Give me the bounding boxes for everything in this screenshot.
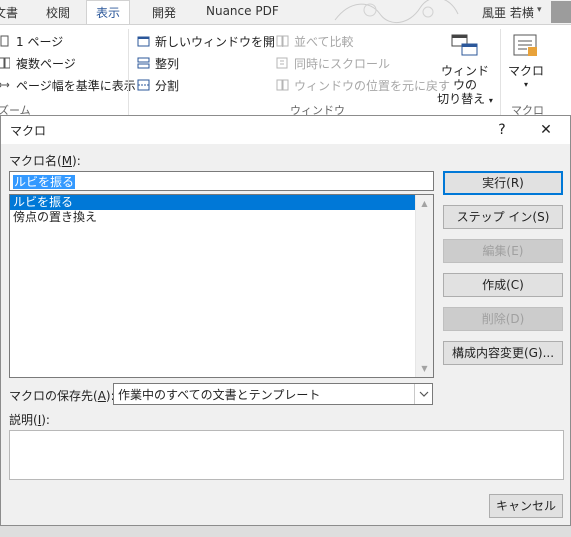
description-field[interactable] bbox=[9, 430, 564, 480]
chevron-down-icon[interactable] bbox=[414, 384, 432, 404]
new-window-icon bbox=[137, 35, 151, 47]
arrange-all-button[interactable]: 整列 bbox=[137, 54, 179, 72]
multiple-pages-button[interactable]: 複数ページ bbox=[0, 54, 76, 72]
macros-in-select[interactable]: 作業中のすべての文書とテンプレート bbox=[113, 383, 433, 405]
macros-in-value: 作業中のすべての文書とテンプレート bbox=[118, 388, 321, 402]
macros-button[interactable]: マクロ ▾ bbox=[506, 33, 546, 92]
new-window-button[interactable]: 新しいウィンドウを開く bbox=[137, 32, 287, 50]
page-width-icon bbox=[0, 79, 12, 91]
split-icon bbox=[137, 79, 151, 91]
sync-scroll-icon bbox=[276, 57, 290, 69]
organizer-button[interactable]: 構成内容変更(G)... bbox=[443, 341, 563, 365]
macro-name-input[interactable]: ルビを振る bbox=[9, 171, 434, 191]
macros-chevron-down-icon: ▾ bbox=[523, 80, 528, 89]
arrange-icon bbox=[137, 57, 151, 69]
macro-list[interactable]: ルビを振る 傍点の置き換え ▲ ▼ bbox=[9, 194, 434, 378]
tab-review[interactable]: 校閲 bbox=[46, 4, 70, 21]
dialog-title: マクロ bbox=[10, 124, 47, 138]
macro-icon bbox=[513, 34, 537, 56]
tab-developer[interactable]: 開発 bbox=[152, 4, 176, 21]
tab-nuance-pdf[interactable]: Nuance PDF bbox=[206, 4, 279, 18]
pages-icon bbox=[0, 57, 12, 69]
macro-list-scrollbar[interactable]: ▲ ▼ bbox=[415, 195, 433, 377]
page-width-label: ページ幅を基準に表示 bbox=[16, 78, 136, 93]
synchronous-scrolling-label: 同時にスクロール bbox=[294, 56, 391, 71]
arrange-all-label: 整列 bbox=[155, 56, 180, 71]
tab-view[interactable]: 表示 bbox=[86, 0, 131, 24]
avatar[interactable] bbox=[551, 1, 571, 23]
macros-button-label: マクロ bbox=[507, 64, 544, 78]
create-button[interactable]: 作成(C) bbox=[443, 273, 563, 297]
view-side-by-side-label: 並べて比較 bbox=[294, 34, 354, 49]
close-button[interactable]: ✕ bbox=[531, 118, 561, 142]
edit-button[interactable]: 編集(E) bbox=[443, 239, 563, 263]
view-side-by-side-button[interactable]: 並べて比較 bbox=[276, 32, 354, 50]
background-swirl-decoration bbox=[334, 0, 459, 23]
one-page-button[interactable]: 1 ページ bbox=[0, 32, 63, 50]
split-label: 分割 bbox=[155, 78, 180, 93]
user-menu-chevron-down-icon[interactable]: ▾ bbox=[537, 5, 542, 15]
side-by-side-icon bbox=[276, 35, 290, 47]
scroll-down-icon[interactable]: ▼ bbox=[416, 360, 433, 377]
multiple-pages-label: 複数ページ bbox=[16, 56, 76, 71]
cancel-button[interactable]: キャンセル bbox=[489, 494, 563, 518]
page-width-button[interactable]: ページ幅を基準に表示 bbox=[0, 76, 136, 94]
delete-button[interactable]: 削除(D) bbox=[443, 307, 563, 331]
reset-window-position-button[interactable]: ウィンドウの位置を元に戻す bbox=[276, 76, 450, 94]
switch-windows-label-2: 切り替え bbox=[437, 92, 486, 106]
new-window-label: 新しいウィンドウを開く bbox=[155, 34, 288, 49]
split-button[interactable]: 分割 bbox=[137, 76, 179, 94]
page-icon bbox=[0, 35, 12, 47]
macro-dialog: マクロ ? ✕ マクロ名(M): ルビを振る ルビを振る 傍点の置き換え ▲ ▼… bbox=[0, 115, 571, 526]
reset-window-position-label: ウィンドウの位置を元に戻す bbox=[294, 78, 451, 93]
ribbon-tab-bar: 文書 校閲 表示 開発 Nuance PDF 風亜 若横 ▾ bbox=[0, 0, 571, 24]
step-into-button[interactable]: ステップ イン(S) bbox=[443, 205, 563, 229]
one-page-label: 1 ページ bbox=[16, 34, 64, 49]
reset-window-icon bbox=[276, 79, 290, 91]
status-bar bbox=[0, 526, 571, 537]
switch-windows-label-1: ウィンドウの bbox=[440, 64, 489, 92]
macro-name-value: ルビを振る bbox=[13, 175, 76, 189]
help-button[interactable]: ? bbox=[487, 118, 517, 142]
group-divider bbox=[500, 29, 501, 115]
list-item[interactable]: 傍点の置き換え bbox=[10, 210, 433, 225]
switch-windows-button[interactable]: ウィンドウの 切り替え ▾ bbox=[436, 33, 494, 108]
switch-windows-icon bbox=[451, 34, 478, 56]
list-item[interactable]: ルビを振る bbox=[10, 195, 415, 210]
switch-windows-chevron-down-icon: ▾ bbox=[488, 96, 493, 105]
ribbon-body: 1 ページ 複数ページ ページ幅を基準に表示 ズーム 新しいウィンドウを開く 整… bbox=[0, 24, 571, 117]
description-label: 説明(I): bbox=[9, 413, 50, 427]
macros-in-label: マクロの保存先(A): bbox=[9, 389, 115, 403]
user-name[interactable]: 風亜 若横 bbox=[482, 4, 534, 21]
synchronous-scrolling-button[interactable]: 同時にスクロール bbox=[276, 54, 390, 72]
tab-document[interactable]: 文書 bbox=[0, 4, 18, 21]
run-button[interactable]: 実行(R) bbox=[443, 171, 563, 195]
group-divider bbox=[128, 29, 129, 115]
macro-name-label: マクロ名(M): bbox=[9, 154, 81, 168]
dialog-title-bar[interactable]: マクロ ? ✕ bbox=[1, 116, 570, 144]
scroll-up-icon[interactable]: ▲ bbox=[416, 195, 433, 212]
